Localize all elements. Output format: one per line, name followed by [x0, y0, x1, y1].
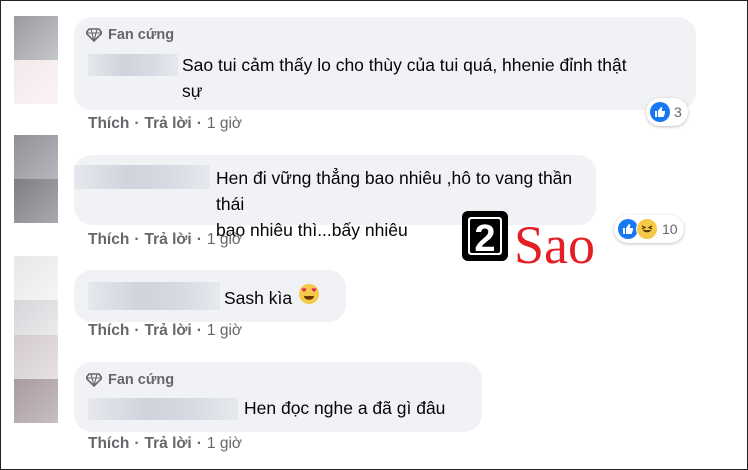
- reply-link[interactable]: Trả lời: [145, 435, 192, 453]
- diamond-icon: [86, 28, 102, 42]
- separator: ·: [196, 231, 202, 248]
- comment-actions: Thích · Trả lời · 1 giờ: [88, 322, 242, 340]
- comment-actions: Thích · Trả lời · 1 giờ: [88, 435, 242, 453]
- comment-bubble: Sash kìa: [74, 270, 346, 322]
- like-reaction-icon: [618, 219, 638, 239]
- comment-text-line: Sao tui cảm thấy lo cho thùy của tui quá…: [182, 55, 627, 75]
- separator: ·: [134, 115, 140, 132]
- timestamp-link[interactable]: 1 giờ: [207, 435, 242, 453]
- timestamp-link[interactable]: 1 giờ: [207, 231, 242, 249]
- comment-text: Sash kìa: [224, 287, 293, 308]
- reaction-count: 10: [662, 221, 678, 237]
- badge-label: Fan cứng: [108, 27, 175, 43]
- like-reaction-icon: [650, 102, 670, 122]
- timestamp-link[interactable]: 1 giờ: [207, 322, 242, 340]
- logo-number: 2: [474, 218, 495, 260]
- reaction-count: 3: [674, 104, 682, 120]
- reaction-summary[interactable]: 3: [646, 98, 688, 126]
- separator: ·: [196, 115, 202, 132]
- blurred-author-name[interactable]: [88, 398, 238, 420]
- avatar[interactable]: [14, 335, 58, 423]
- reaction-summary[interactable]: 10: [614, 215, 684, 243]
- reply-link[interactable]: Trả lời: [145, 115, 192, 133]
- like-link[interactable]: Thích: [88, 435, 129, 453]
- separator: ·: [134, 231, 140, 248]
- comment-actions: Thích · Trả lời · 1 giờ: [88, 231, 242, 249]
- diamond-icon: [86, 373, 102, 387]
- avatar[interactable]: [14, 256, 58, 344]
- avatar[interactable]: [14, 135, 58, 223]
- comment-actions: Thích · Trả lời · 1 giờ: [88, 115, 242, 133]
- heart-eyes-emoji: [298, 283, 320, 312]
- like-link[interactable]: Thích: [88, 322, 129, 340]
- separator: ·: [196, 322, 202, 339]
- timestamp-link[interactable]: 1 giờ: [207, 115, 242, 133]
- comment-text-line: sự: [182, 81, 203, 101]
- separator: ·: [196, 435, 202, 452]
- 2sao-logo: 2 Sao: [458, 205, 618, 275]
- blurred-author-name[interactable]: [74, 165, 210, 189]
- fan-badge: Fan cứng: [86, 370, 174, 390]
- comment-bubble: Fan cứng Sao tui cảm thấy lo cho thùy củ…: [74, 17, 696, 110]
- like-link[interactable]: Thích: [88, 231, 129, 249]
- blurred-author-name[interactable]: [88, 54, 178, 76]
- like-link[interactable]: Thích: [88, 115, 129, 133]
- reply-link[interactable]: Trả lời: [145, 322, 192, 340]
- separator: ·: [134, 322, 140, 339]
- reply-link[interactable]: Trả lời: [145, 231, 192, 249]
- badge-label: Fan cứng: [108, 372, 175, 388]
- comment-text: Hen đọc nghe a đã gì đâu: [244, 398, 446, 418]
- logo-word: Sao: [514, 215, 595, 275]
- haha-reaction-icon: [636, 218, 658, 240]
- comment-bubble: Fan cứng Hen đọc nghe a đã gì đâu: [74, 362, 482, 432]
- separator: ·: [134, 435, 140, 452]
- blurred-author-name[interactable]: [88, 282, 220, 310]
- avatar[interactable]: [14, 16, 58, 104]
- fan-badge: Fan cứng: [86, 25, 174, 45]
